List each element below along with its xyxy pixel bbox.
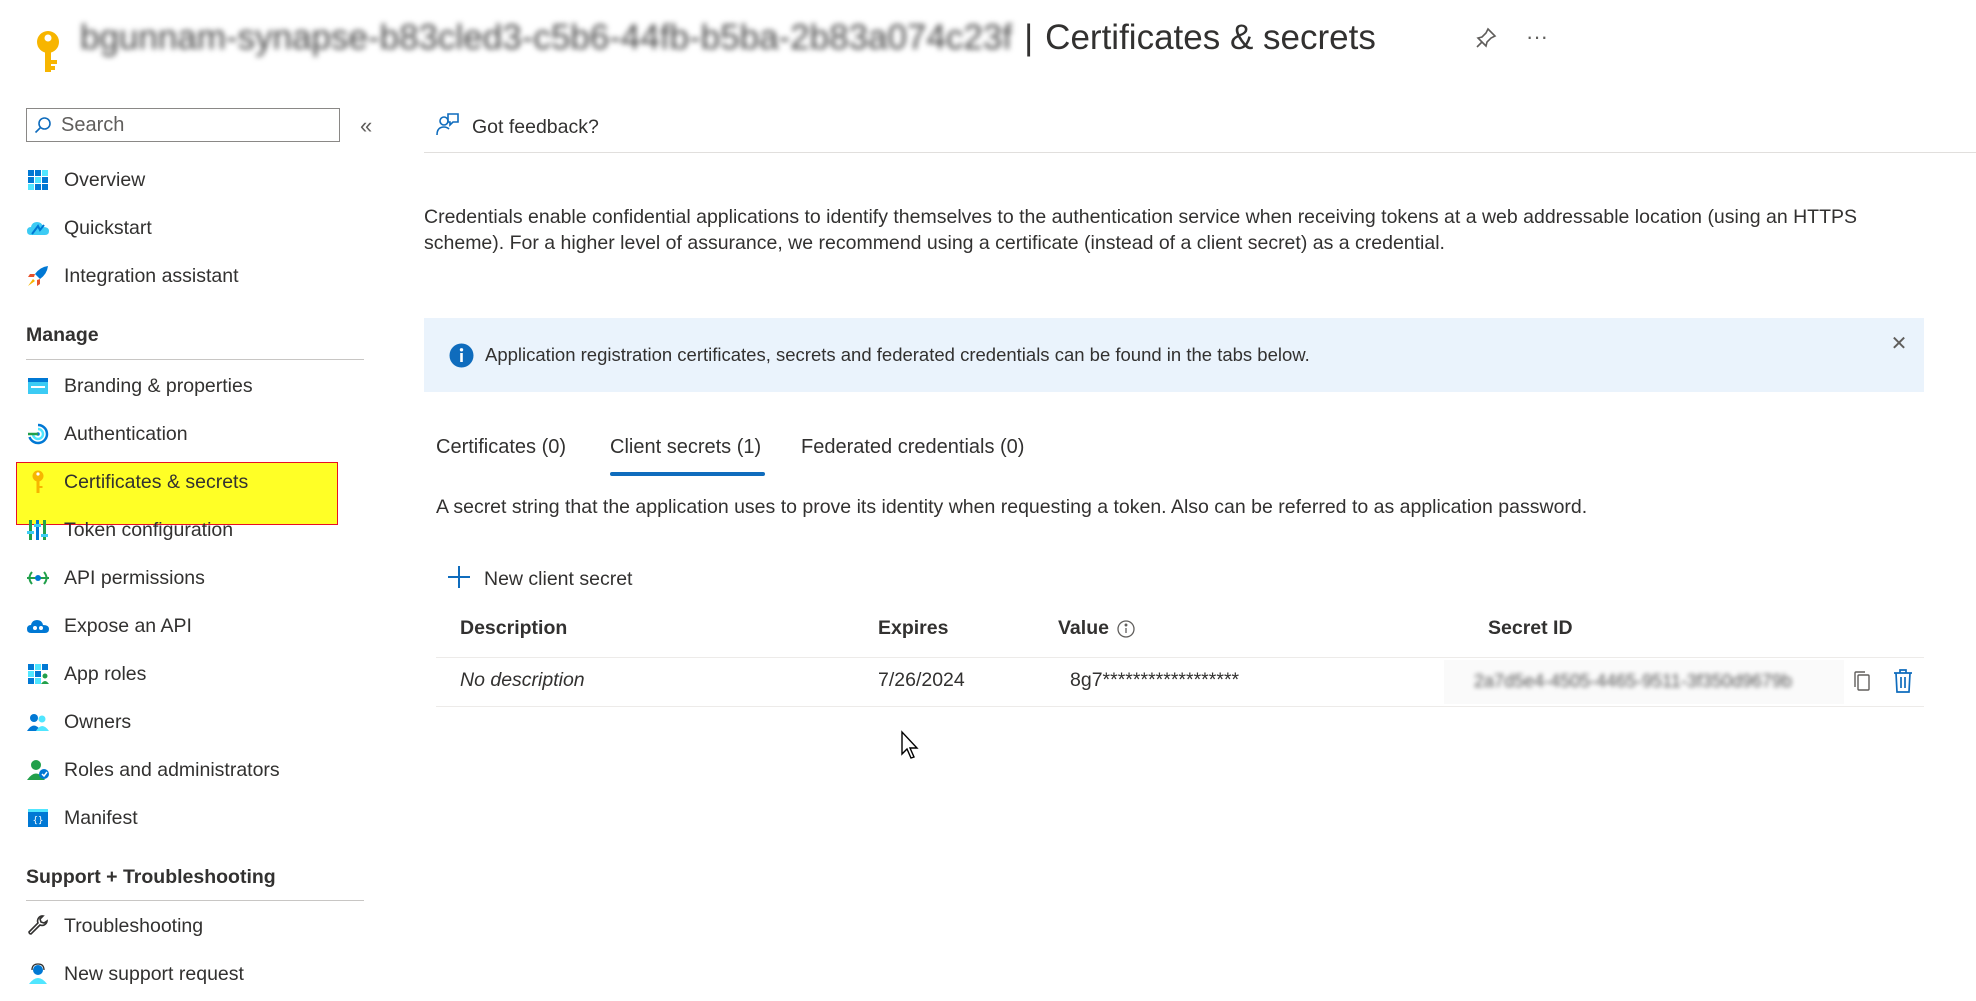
info-icon <box>449 343 474 368</box>
sidebar-item-label: Owners <box>64 710 132 733</box>
collapse-sidebar-icon[interactable]: « <box>360 114 382 138</box>
sidebar-item-label: Branding & properties <box>64 374 253 397</box>
plus-icon <box>446 564 472 595</box>
rocket-icon <box>26 264 50 288</box>
tab-federated-credentials[interactable]: Federated credentials (0) <box>801 436 1024 476</box>
sidebar-item-authentication[interactable]: Authentication <box>0 410 394 458</box>
value-info-icon[interactable] <box>1117 619 1135 638</box>
app-roles-icon <box>26 662 50 686</box>
info-banner-text: Application registration certificates, s… <box>485 344 1310 365</box>
sidebar-item-label: API permissions <box>64 566 205 589</box>
support-divider <box>26 900 364 901</box>
search-icon <box>27 109 59 141</box>
sidebar-item-label: App roles <box>64 662 147 685</box>
mouse-cursor-icon <box>900 730 922 760</box>
cloud-quickstart-icon <box>26 216 50 240</box>
sidebar-item-label: New support request <box>64 962 244 985</box>
sidebar-item-quickstart[interactable]: Quickstart <box>0 204 394 252</box>
support-person-icon <box>26 962 50 986</box>
feedback-icon <box>434 112 460 143</box>
sidebar-item-troubleshooting[interactable]: Troubleshooting <box>0 902 394 950</box>
overview-grid-icon <box>26 168 50 192</box>
column-header-expires: Expires <box>878 617 949 639</box>
sidebar-item-owners[interactable]: Owners <box>0 698 394 746</box>
sidebar-item-label: Quickstart <box>64 216 152 239</box>
search-input[interactable] <box>59 112 323 138</box>
svg-text:{}: {} <box>33 816 44 826</box>
sidebar-item-roles-administrators[interactable]: Roles and administrators <box>0 746 394 794</box>
sidebar-item-api-permissions[interactable]: API permissions <box>0 554 394 602</box>
sidebar-item-label: Expose an API <box>64 614 192 637</box>
support-heading: Support + Troubleshooting <box>26 866 276 888</box>
app-name: bgunnam-synapse-b83cled3-c5b6-44fb-b5ba-… <box>80 18 1013 57</box>
sidebar-item-app-roles[interactable]: App roles <box>0 650 394 698</box>
sidebar-item-new-support-request[interactable]: New support request <box>0 950 394 998</box>
title-separator: | <box>1024 18 1034 57</box>
feedback-button[interactable]: Got feedback? <box>434 110 599 144</box>
column-header-secret-id: Secret ID <box>1488 617 1573 639</box>
owners-icon <box>26 710 50 734</box>
sidebar-item-label: Roles and administrators <box>64 758 280 781</box>
command-bar-divider <box>424 152 1976 153</box>
sidebar-item-label: Manifest <box>64 806 138 829</box>
cell-expires: 7/26/2024 <box>878 669 965 691</box>
roles-admins-icon <box>26 758 50 782</box>
sidebar-item-label: Authentication <box>64 422 188 445</box>
app-key-icon <box>30 28 66 76</box>
sidebar-item-integration-assistant[interactable]: Integration assistant <box>0 252 394 300</box>
wrench-icon <box>26 914 50 938</box>
sidebar-item-token-configuration[interactable]: Token configuration <box>0 506 394 554</box>
pin-icon[interactable] <box>1474 26 1498 50</box>
cell-description: No description <box>460 669 585 691</box>
table-header-divider <box>436 657 1924 658</box>
token-config-icon <box>26 518 50 542</box>
manifest-icon: {} <box>26 806 50 830</box>
cell-value: 8g7****************** <box>1070 669 1240 691</box>
sidebar-item-label: Token configuration <box>64 518 234 541</box>
key-icon <box>26 470 50 494</box>
new-client-secret-label: New client secret <box>484 567 633 590</box>
page-title: bgunnam-synapse-b83cled3-c5b6-44fb-b5ba-… <box>80 14 1376 62</box>
copy-icon[interactable] <box>1852 670 1872 692</box>
api-permissions-icon <box>26 566 50 590</box>
sidebar-item-label: Certificates & secrets <box>64 470 249 493</box>
sidebar-item-overview[interactable]: Overview <box>0 156 394 204</box>
sidebar-item-expose-api[interactable]: Expose an API <box>0 602 394 650</box>
branding-icon <box>26 374 50 398</box>
sidebar-item-label: Integration assistant <box>64 264 239 287</box>
sidebar-item-certificates-secrets[interactable]: Certificates & secrets <box>0 458 394 506</box>
column-header-description: Description <box>460 617 568 639</box>
cell-secret-id: 2a7d5e4-4505-4465-9511-3f350d9679b <box>1474 671 1792 691</box>
column-header-value-label: Value <box>1058 617 1109 639</box>
page-name: Certificates & secrets <box>1045 18 1376 57</box>
manage-divider <box>26 359 364 360</box>
close-icon[interactable]: ✕ <box>1889 334 1909 354</box>
more-options-icon[interactable]: ··· <box>1522 24 1552 50</box>
intro-text: Credentials enable confidential applicat… <box>424 206 1857 254</box>
sidebar-item-label: Troubleshooting <box>64 914 204 937</box>
tab-certificates[interactable]: Certificates (0) <box>436 436 566 476</box>
table-row-divider <box>436 706 1924 707</box>
sidebar-item-label: Overview <box>64 168 146 191</box>
delete-icon[interactable] <box>1892 668 1914 694</box>
client-secrets-description: A secret string that the application use… <box>436 496 1588 518</box>
cloud-api-icon <box>26 614 50 638</box>
sidebar-search[interactable] <box>26 108 340 142</box>
sidebar-item-branding[interactable]: Branding & properties <box>0 362 394 410</box>
manage-heading: Manage <box>26 324 99 346</box>
sidebar-item-manifest[interactable]: {} Manifest <box>0 794 394 842</box>
tab-client-secrets[interactable]: Client secrets (1) <box>610 436 761 476</box>
column-header-value: Value <box>1058 617 1135 640</box>
active-tab-indicator <box>610 472 765 476</box>
authentication-icon <box>26 422 50 446</box>
feedback-label: Got feedback? <box>472 115 599 138</box>
new-client-secret-button[interactable]: New client secret <box>446 562 632 596</box>
